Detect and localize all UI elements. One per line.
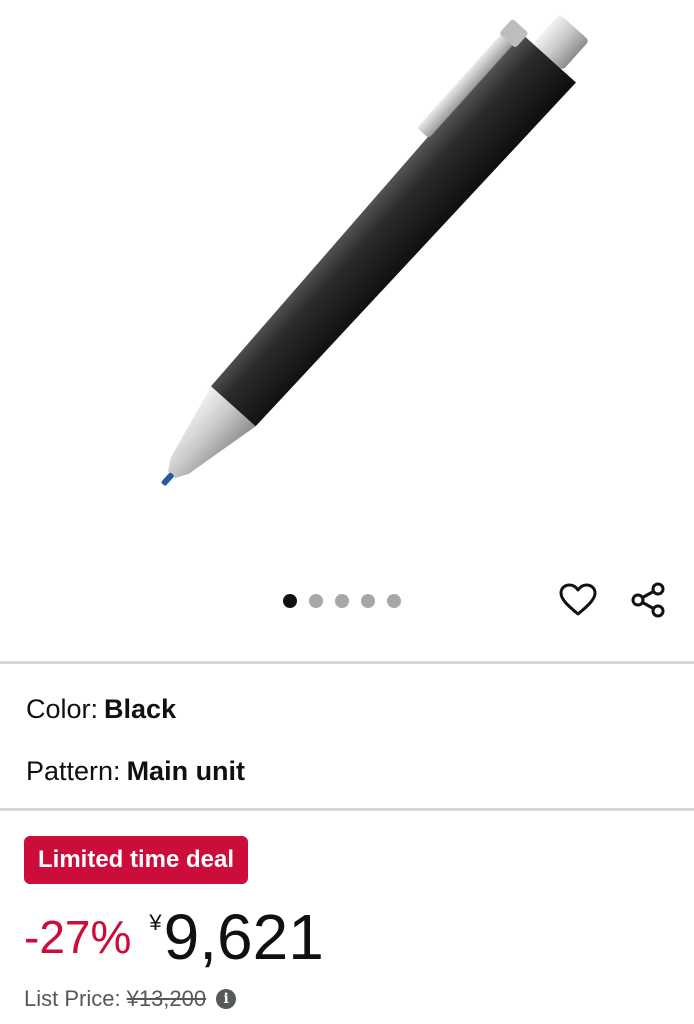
- price-block: -27% ¥ 9,621: [24, 902, 324, 974]
- variation-label: Pattern:: [26, 756, 121, 786]
- variation-value: Black: [104, 694, 177, 724]
- image-carousel-indicator[interactable]: [283, 594, 401, 608]
- product-image-gallery[interactable]: [0, 0, 694, 560]
- variation-label: Color:: [26, 694, 99, 724]
- heart-outline-icon: [559, 583, 597, 616]
- carousel-dot-active[interactable]: [283, 594, 297, 608]
- variation-pattern[interactable]: Pattern: Main unit: [26, 756, 245, 787]
- currency-symbol: ¥: [149, 910, 162, 935]
- list-price-label: List Price:: [24, 986, 121, 1011]
- carousel-dot[interactable]: [309, 594, 323, 608]
- share-button[interactable]: [628, 580, 668, 620]
- carousel-dot[interactable]: [335, 594, 349, 608]
- discount-percentage: -27%: [24, 911, 132, 963]
- share-icon: [631, 582, 665, 618]
- wishlist-button[interactable]: [558, 580, 598, 620]
- carousel-dot[interactable]: [387, 594, 401, 608]
- limited-time-deal-badge: Limited time deal: [24, 836, 249, 884]
- info-icon[interactable]: i: [216, 989, 237, 1009]
- deal-price: 9,621: [163, 901, 324, 973]
- product-image[interactable]: [0, 0, 694, 560]
- section-divider: [0, 808, 694, 811]
- list-price: List Price: ¥13,200 i: [24, 986, 237, 1012]
- variation-color[interactable]: Color: Black: [26, 694, 176, 725]
- section-divider: [0, 661, 694, 664]
- variation-value: Main unit: [126, 756, 246, 786]
- carousel-dot[interactable]: [361, 594, 375, 608]
- list-price-value: ¥13,200: [126, 986, 207, 1011]
